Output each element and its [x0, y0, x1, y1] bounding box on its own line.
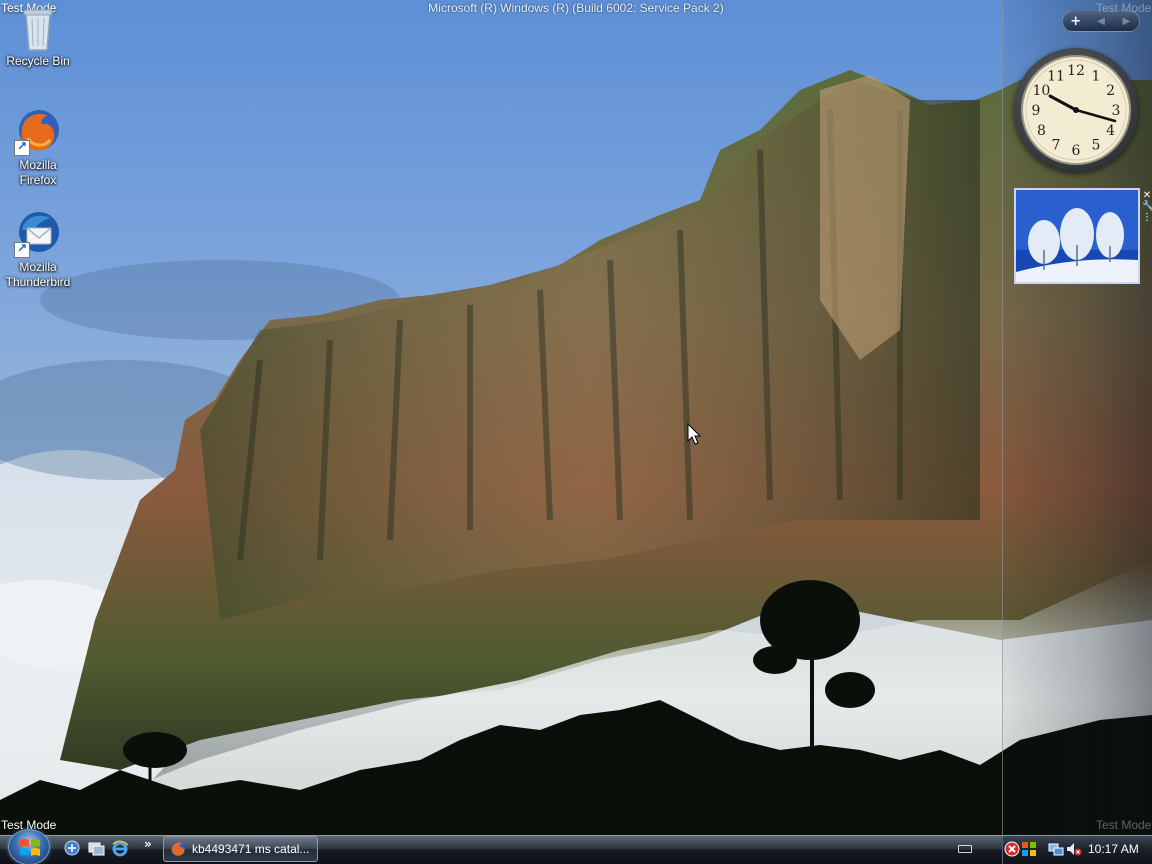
slideshow-gadget[interactable]: [1014, 188, 1140, 284]
close-icon[interactable]: ✕: [1142, 190, 1152, 201]
desktop-icon-label: Recycle Bin: [6, 54, 70, 68]
clock-numeral: 9: [1032, 103, 1041, 119]
volume-muted-icon[interactable]: [1066, 841, 1082, 857]
plus-icon: +: [1070, 13, 1082, 29]
drag-handle-icon[interactable]: ⋮: [1142, 212, 1152, 223]
chevron-left-icon: ◀: [1097, 15, 1105, 27]
desktop-icon-recycle-bin[interactable]: Recycle Bin: [0, 4, 76, 69]
shortcut-arrow-icon: [14, 139, 30, 156]
quick-launch-overflow-button[interactable]: »: [144, 837, 152, 851]
chevron-right-icon: ▶: [1122, 15, 1131, 27]
windows-logo-icon: [20, 839, 40, 856]
wallpaper-landscape: [0, 70, 1152, 835]
clock-numeral: 4: [1106, 123, 1115, 139]
desktop-icon-label: Mozilla Firefox: [19, 158, 57, 187]
firefox-icon: [171, 842, 185, 856]
recycle-bin-icon: [14, 4, 62, 52]
desktop-icon-firefox[interactable]: Mozilla Firefox: [0, 108, 76, 188]
gadget-tools: ✕ 🔧 ⋮: [1142, 190, 1152, 223]
clock-numeral: 8: [1037, 123, 1046, 139]
switch-windows-icon[interactable]: [63, 839, 81, 857]
test-mode-label-top-right: Test Mode: [1096, 1, 1152, 15]
keyboard-icon[interactable]: [958, 845, 972, 853]
clock-numeral: 3: [1112, 103, 1121, 119]
snow-trees-picture: [1016, 190, 1138, 282]
clock-gadget[interactable]: 12 1 2 3 4 5 6 7 8 9 10 11: [1014, 48, 1138, 172]
clock-numeral: 11: [1047, 68, 1065, 84]
build-watermark: Microsoft (R) Windows (R) (Build 6002: S…: [428, 1, 724, 15]
clock-numeral: 5: [1092, 138, 1101, 154]
mouse-cursor-icon: [687, 423, 701, 445]
desktop-wallpaper: [0, 0, 1152, 835]
clock-numeral: 12: [1067, 63, 1085, 79]
test-mode-label-bottom-right: Test Mode: [1096, 818, 1152, 832]
clock-numeral: 7: [1052, 138, 1061, 154]
network-icon[interactable]: [1048, 841, 1064, 857]
show-desktop-icon[interactable]: [87, 839, 105, 857]
windows-update-icon[interactable]: [1021, 841, 1037, 857]
desktop-icon-label: Mozilla Thunderbird: [5, 260, 71, 289]
clock-numeral: 6: [1072, 143, 1081, 159]
desktop-icon-thunderbird[interactable]: Mozilla Thunderbird: [0, 210, 76, 290]
taskbar-button-firefox[interactable]: kb4493471 ms catal...: [163, 836, 318, 862]
internet-explorer-icon[interactable]: [111, 839, 129, 857]
taskbar-clock[interactable]: 10:17 AM: [1088, 842, 1139, 856]
clock-numeral: 10: [1032, 83, 1050, 99]
thunderbird-icon: [14, 210, 62, 258]
clock-face: 12 12 3 45678 9 1011: [1021, 55, 1131, 165]
firefox-icon: [14, 108, 62, 156]
start-button[interactable]: [8, 829, 50, 864]
clock-numeral: 2: [1106, 83, 1115, 99]
wrench-icon[interactable]: 🔧: [1142, 201, 1152, 212]
clock-numeral: 1: [1092, 68, 1101, 84]
taskbar-button-label: kb4493471 ms catal...: [192, 842, 310, 856]
security-alert-icon[interactable]: [1004, 841, 1020, 857]
shortcut-arrow-icon: [14, 241, 30, 258]
